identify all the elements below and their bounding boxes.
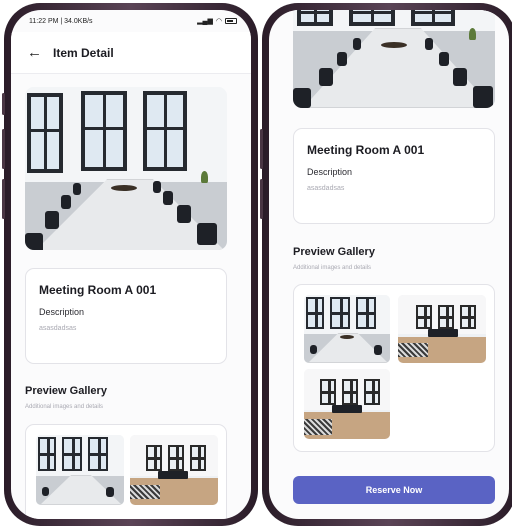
page-title: Item Detail (53, 45, 114, 60)
description-label: Description (307, 167, 353, 177)
status-time: 11:22 PM | 34.0KB/s (29, 17, 93, 25)
gallery-thumb[interactable] (304, 295, 390, 363)
gallery-thumb[interactable] (36, 435, 124, 505)
gallery-subtitle: Additional images and details (25, 404, 104, 410)
screen-left: 11:22 PM | 34.0KB/s ▂▄▆ ◠ ← Item Detail (11, 10, 251, 519)
description-value: asasdadsas (39, 325, 77, 332)
gallery-card (293, 284, 495, 452)
gallery-title: Preview Gallery (25, 385, 107, 397)
gallery-subtitle: Additional images and details (293, 265, 372, 271)
status-icons: ▂▄▆ ◠ (197, 17, 237, 25)
hero-image (25, 87, 227, 250)
gallery-title: Preview Gallery (293, 246, 375, 258)
phone-frame-right: Meeting Room A 001 Description asasdadsa… (260, 3, 512, 526)
battery-icon (225, 18, 237, 24)
phone-frame-left: 11:22 PM | 34.0KB/s ▂▄▆ ◠ ← Item Detail (2, 3, 258, 526)
item-info-card: Meeting Room A 001 Description asasdadsa… (293, 128, 495, 224)
item-name: Meeting Room A 001 (307, 143, 425, 157)
status-bar: 11:22 PM | 34.0KB/s ▂▄▆ ◠ (11, 10, 251, 32)
item-name: Meeting Room A 001 (39, 283, 157, 297)
gallery-thumb[interactable] (304, 369, 390, 439)
description-label: Description (39, 307, 85, 317)
wifi-icon: ◠ (215, 18, 222, 25)
gallery-card (25, 424, 227, 519)
item-info-card: Meeting Room A 001 Description asasdadsa… (25, 268, 227, 364)
description-value: asasdadsas (307, 185, 345, 192)
reserve-now-button[interactable]: Reserve Now (293, 476, 495, 504)
signal-icon: ▂▄▆ (197, 18, 213, 25)
app-bar: ← Item Detail (11, 32, 251, 74)
hero-image (293, 10, 495, 108)
arrow-left-icon[interactable]: ← (27, 44, 49, 61)
gallery-thumb[interactable] (398, 295, 486, 363)
gallery-thumb[interactable] (130, 435, 218, 505)
screen-right: Meeting Room A 001 Description asasdadsa… (269, 10, 509, 519)
